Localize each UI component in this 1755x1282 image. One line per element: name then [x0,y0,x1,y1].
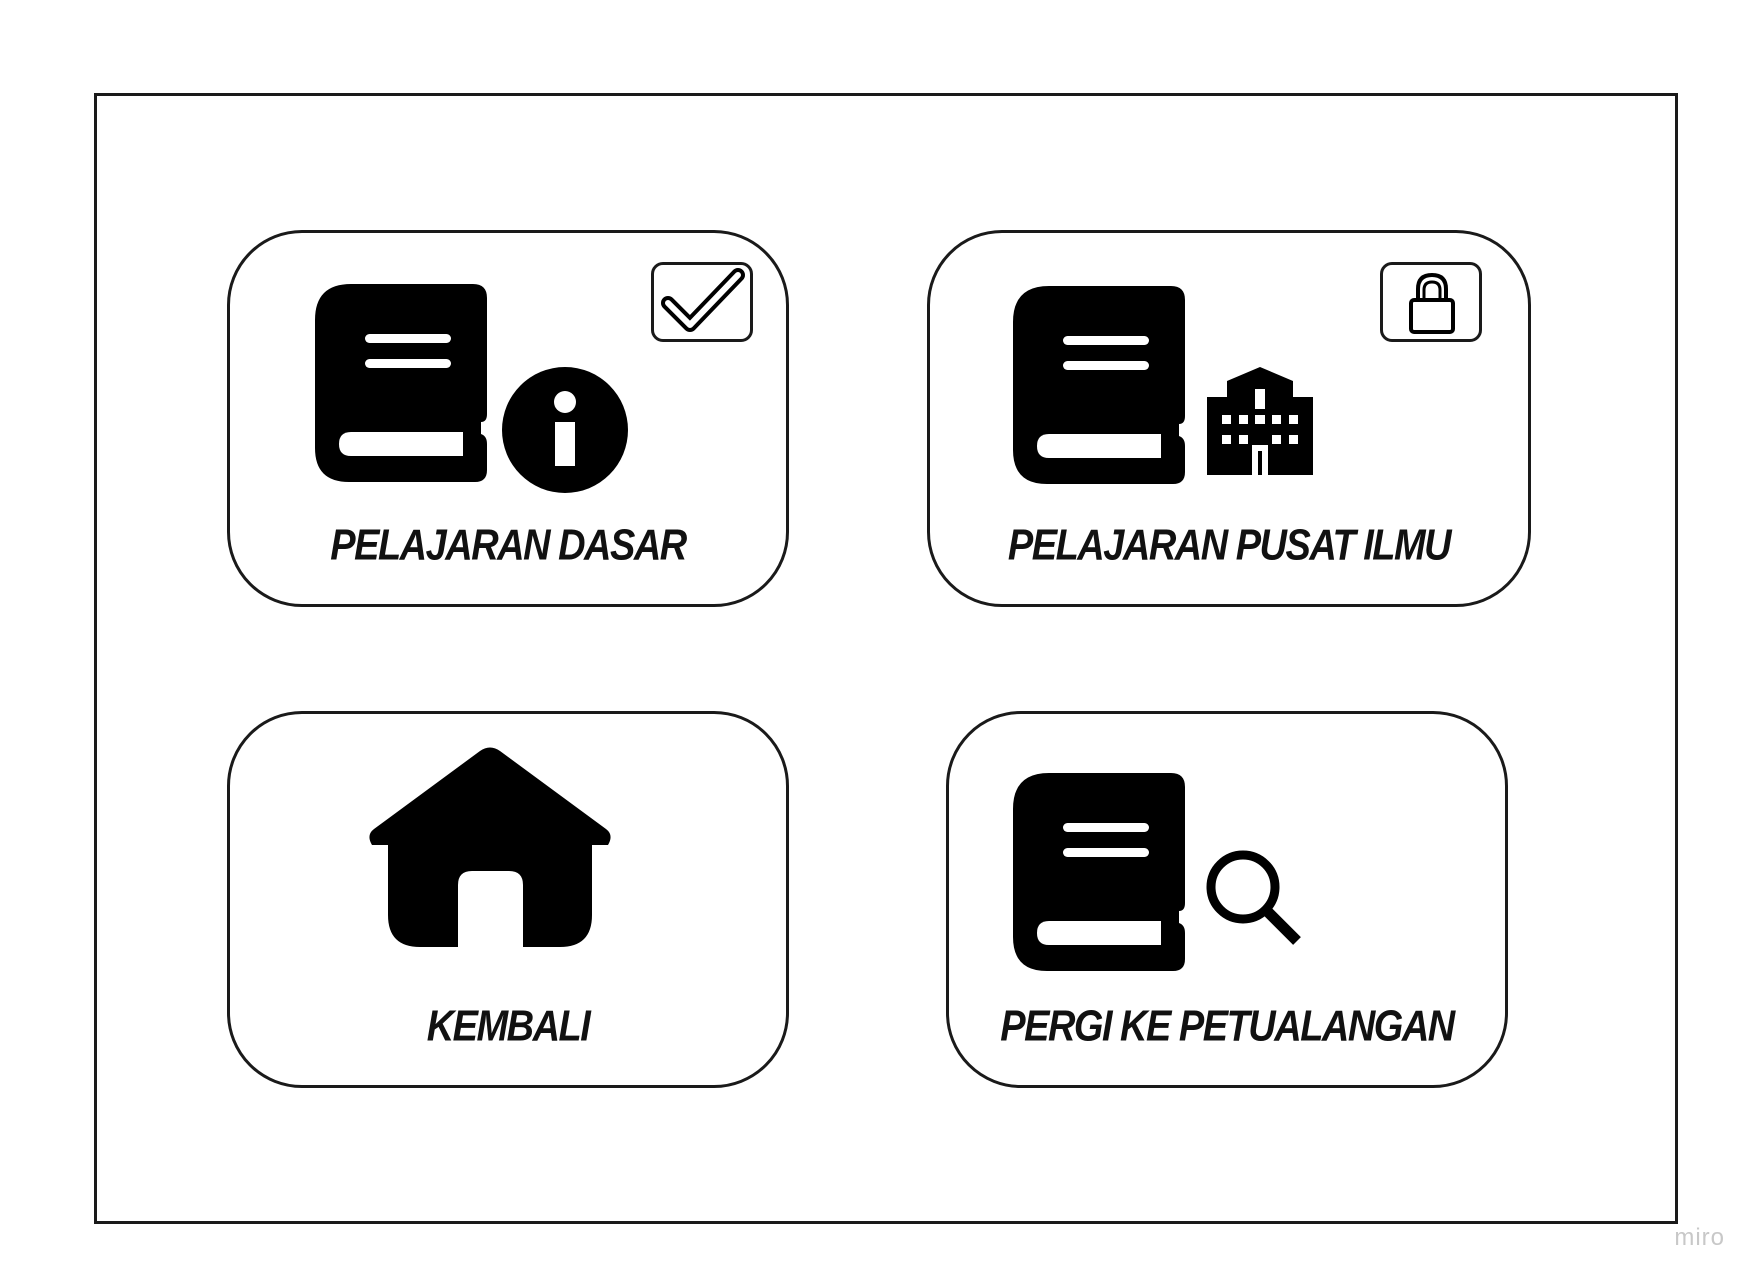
book-icon [315,284,487,482]
card-label: Kembali [426,1002,591,1052]
home-icon [369,747,611,947]
checkmark-icon [661,268,745,332]
card-label: Pergi ke Petualangan [1000,1002,1455,1052]
lock-icon [1409,272,1455,334]
info-icon [502,367,628,493]
book-icon [1013,773,1185,971]
kembali-button[interactable]: Kembali [227,711,789,1088]
miro-watermark: miro [1674,1224,1725,1251]
locked-badge [1380,262,1482,342]
book-icon [1013,286,1185,484]
building-icon [1207,367,1313,475]
completed-checkbox [651,262,753,342]
search-icon [1206,850,1301,945]
pelajaran-pusat-ilmu-button[interactable]: Pelajaran Pusat Ilmu [927,230,1531,607]
pergi-ke-petualangan-button[interactable]: Pergi ke Petualangan [946,711,1508,1088]
card-label: Pelajaran Pusat Ilmu [1007,521,1452,571]
pelajaran-dasar-button[interactable]: Pelajaran Dasar [227,230,789,607]
card-label: Pelajaran Dasar [330,521,687,571]
